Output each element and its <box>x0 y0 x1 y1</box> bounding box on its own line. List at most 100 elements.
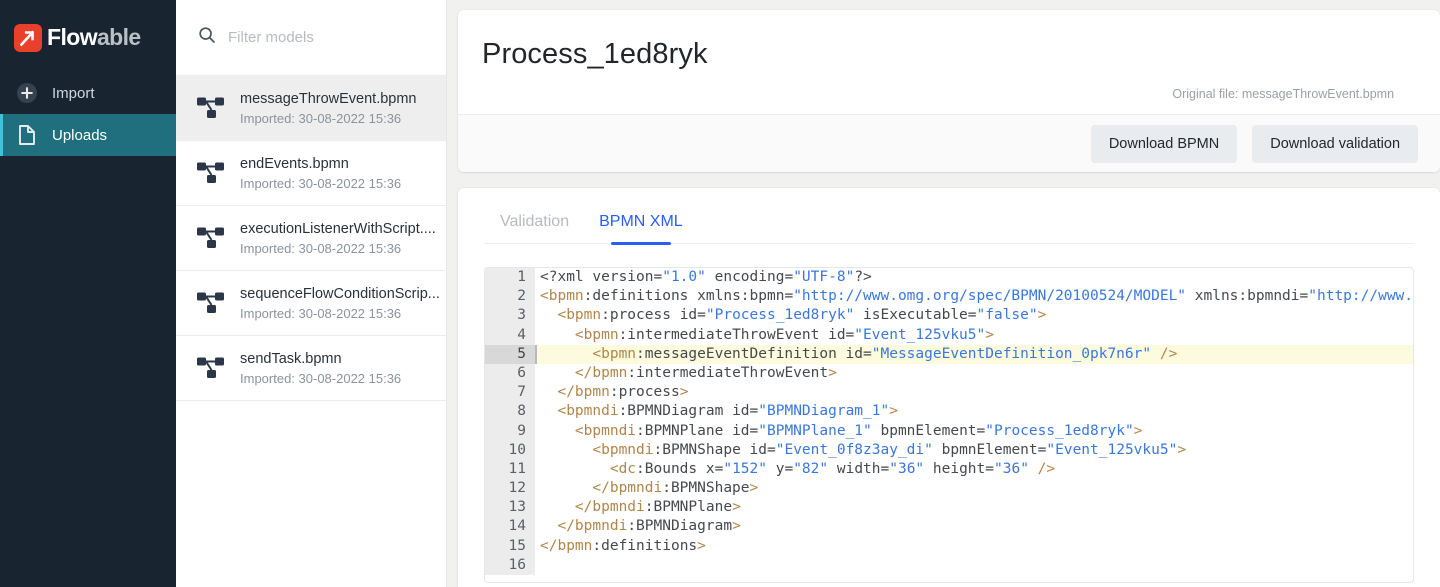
model-name: messageThrowEvent.bpmn <box>240 91 417 107</box>
code-line: 7 </bpmn:process> <box>485 383 1413 402</box>
code-token: :intermediateThrowEvent <box>619 327 829 343</box>
model-list-item[interactable]: sequenceFlowConditionScrip... Imported: … <box>176 271 446 336</box>
code-token: "http://www.omg.org/spec/BPMN/20100524/M… <box>793 288 1186 304</box>
code-token: :BPMNPlane <box>636 423 732 439</box>
code-token: "152" <box>723 461 767 477</box>
sidebar: Flowable Import Uplo <box>0 0 176 587</box>
model-name: endEvents.bpmn <box>240 156 349 172</box>
plus-circle-icon <box>14 80 40 106</box>
model-name: sequenceFlowConditionScrip... <box>240 286 440 302</box>
code-line-number: 8 <box>485 402 535 421</box>
code-token: :process <box>601 307 680 323</box>
code-token: > <box>732 499 741 515</box>
code-token: > <box>889 403 898 419</box>
model-list-item[interactable]: sendTask.bpmn Imported: 30-08-2022 15:36 <box>176 336 446 401</box>
code-line-content: <dc:Bounds x="152" y="82" width="36" hei… <box>535 460 1413 479</box>
code-token: :process <box>610 384 680 400</box>
sidebar-item-import[interactable]: Import <box>0 72 176 114</box>
sidebar-item-uploads[interactable]: Uploads <box>0 114 176 156</box>
code-token: > <box>985 327 994 343</box>
code-token: xmlns:bpmndi= <box>1186 288 1308 304</box>
code-token: bpmnElement= <box>933 442 1047 458</box>
code-line-number: 5 <box>485 345 535 364</box>
code-token: > <box>697 538 706 554</box>
bpmn-model-icon <box>196 95 226 121</box>
model-list-item-meta: sendTask.bpmn Imported: 30-08-2022 15:36 <box>240 349 436 388</box>
sidebar-nav: Import Uploads <box>0 72 176 156</box>
document-icon <box>14 122 40 148</box>
tab-validation[interactable]: Validation <box>500 213 569 244</box>
code-token: version= <box>592 269 662 285</box>
original-file-label: Original file: messageThrowEvent.bpmn <box>482 71 1416 114</box>
code-line: 13 </bpmndi:BPMNPlane> <box>485 498 1413 517</box>
download-validation-button[interactable]: Download validation <box>1252 125 1418 163</box>
code-token: xmlns:bpmn= <box>697 288 793 304</box>
code-token: "Process_1ed8ryk" <box>706 307 854 323</box>
code-token: "false" <box>977 307 1038 323</box>
filter-bar <box>176 0 446 76</box>
code-token: > <box>750 480 759 496</box>
code-line: 8 <bpmndi:BPMNDiagram id="BPMNDiagram_1"… <box>485 402 1413 421</box>
code-line-number: 15 <box>485 537 535 556</box>
code-token: "MessageEventDefinition_0pk7n6r" <box>872 346 1151 362</box>
code-token: id= <box>732 403 758 419</box>
code-token: :BPMNPlane <box>645 499 732 515</box>
bpmn-xml-viewer[interactable]: 1<?xml version="1.0" encoding="UTF-8"?>2… <box>484 267 1414 583</box>
header-actions: Download BPMN Download validation <box>458 114 1440 172</box>
model-list-item[interactable]: executionListenerWithScript.... Imported… <box>176 206 446 271</box>
sidebar-item-label-import: Import <box>52 85 95 102</box>
code-token: <bpmn <box>540 307 601 323</box>
brand-name-part1: Flow <box>47 24 97 50</box>
code-token: isExecutable= <box>854 307 976 323</box>
model-list-item[interactable]: messageThrowEvent.bpmn Imported: 30-08-2… <box>176 76 446 141</box>
code-token: :BPMNShape <box>654 442 750 458</box>
code-line-content: </bpmndi:BPMNPlane> <box>535 498 1413 517</box>
page-title: Process_1ed8ryk <box>482 38 1416 71</box>
code-token: :BPMNDiagram <box>627 518 732 534</box>
brand-name-part2: able <box>97 24 141 50</box>
code-line: 14 </bpmndi:BPMNDiagram> <box>485 517 1413 536</box>
model-imported-date: Imported: 30-08-2022 15:36 <box>240 111 401 126</box>
filter-models-input[interactable] <box>226 28 428 47</box>
tab-bpmn-xml[interactable]: BPMN XML <box>599 213 683 244</box>
code-token: /> <box>1029 461 1055 477</box>
code-line-number: 11 <box>485 460 535 479</box>
model-imported-date: Imported: 30-08-2022 15:36 <box>240 306 401 321</box>
code-line: 10 <bpmndi:BPMNShape id="Event_0f8z3ay_d… <box>485 441 1413 460</box>
code-token: </bpmndi <box>540 499 645 515</box>
code-line-content: </bpmn:intermediateThrowEvent> <box>535 364 1413 383</box>
code-token: <bpmn <box>540 288 584 304</box>
code-token: "Event_125vku5" <box>1046 442 1177 458</box>
code-line: 3 <bpmn:process id="Process_1ed8ryk" isE… <box>485 306 1413 325</box>
code-token: > <box>828 365 837 381</box>
code-line-content: <bpmn:intermediateThrowEvent id="Event_1… <box>535 326 1413 345</box>
detail-card: Validation BPMN XML 1<?xml version="1.0"… <box>458 188 1440 587</box>
process-header-card: Process_1ed8ryk Original file: messageTh… <box>458 10 1440 172</box>
process-header-top: Process_1ed8ryk Original file: messageTh… <box>458 10 1440 114</box>
code-line-content: <bpmndi:BPMNDiagram id="BPMNDiagram_1"> <box>535 402 1413 421</box>
model-imported-date: Imported: 30-08-2022 15:36 <box>240 241 401 256</box>
model-name: executionListenerWithScript.... <box>240 221 436 237</box>
code-token: id= <box>680 307 706 323</box>
download-bpmn-button[interactable]: Download BPMN <box>1091 125 1237 163</box>
code-line-content: </bpmndi:BPMNShape> <box>535 479 1413 498</box>
code-token: :messageEventDefinition <box>636 346 846 362</box>
code-token: "36" <box>889 461 924 477</box>
code-token: height= <box>924 461 994 477</box>
code-line-content: <bpmn:process id="Process_1ed8ryk" isExe… <box>535 306 1413 325</box>
model-list-item[interactable]: endEvents.bpmn Imported: 30-08-2022 15:3… <box>176 141 446 206</box>
code-line: 2<bpmn:definitions xmlns:bpmn="http://ww… <box>485 287 1413 306</box>
code-token: </bpmndi <box>540 480 662 496</box>
code-token: :BPMNShape <box>662 480 749 496</box>
code-token: ?> <box>854 269 871 285</box>
code-lines: 1<?xml version="1.0" encoding="UTF-8"?>2… <box>485 268 1413 575</box>
code-token: "UTF-8" <box>793 269 854 285</box>
code-token: id= <box>750 442 776 458</box>
code-line-content: </bpmn:process> <box>535 383 1413 402</box>
code-line-number: 12 <box>485 479 535 498</box>
tab-bar: Validation BPMN XML <box>484 188 1414 244</box>
code-line-number: 13 <box>485 498 535 517</box>
code-line: 12 </bpmndi:BPMNShape> <box>485 479 1413 498</box>
bpmn-model-icon <box>196 290 226 316</box>
code-token: width= <box>828 461 889 477</box>
